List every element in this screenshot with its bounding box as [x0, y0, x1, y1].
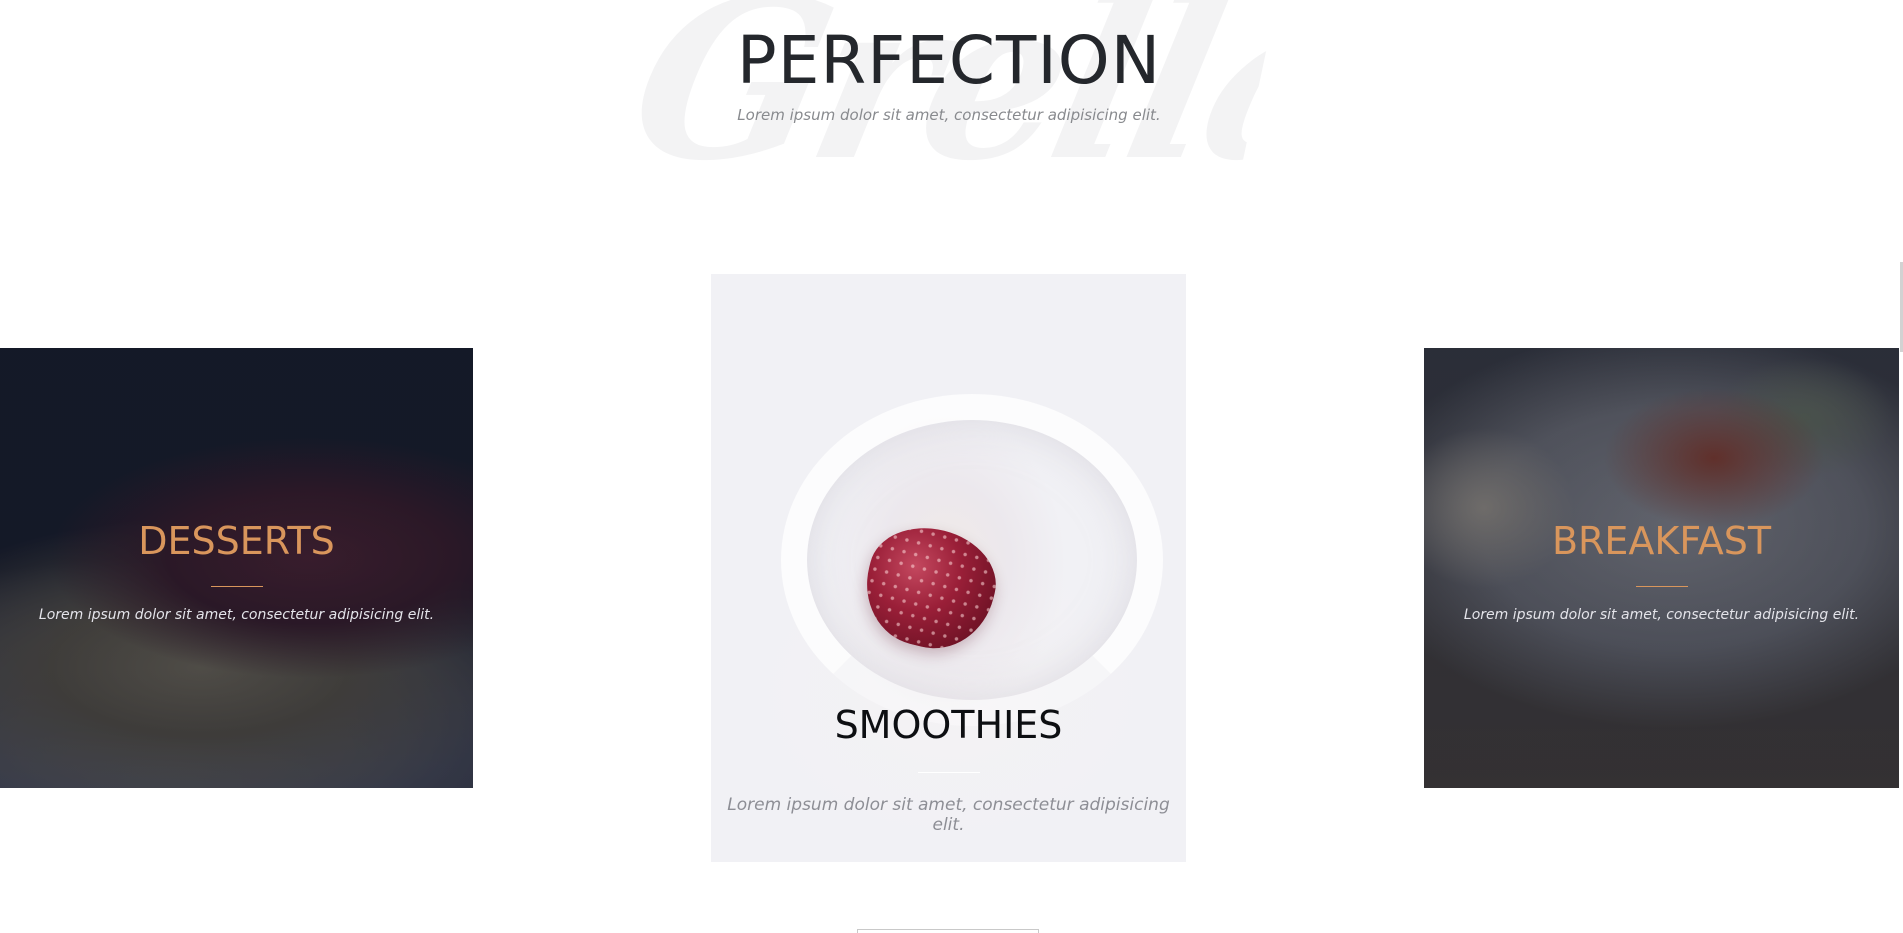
- desserts-card-text: Lorem ipsum dolor sit amet, consectetur …: [38, 607, 435, 623]
- smoothies-card-divider: [917, 772, 980, 773]
- desserts-card-content: DESSERTS Lorem ipsum dolor sit amet, con…: [0, 518, 473, 623]
- section-subtitle: Lorem ipsum dolor sit amet, consectetur …: [737, 106, 1161, 124]
- desserts-card-title: DESSERTS: [138, 519, 335, 563]
- smoothies-card-title: SMOOTHIES: [834, 703, 1063, 747]
- breakfast-card[interactable]: BREAKFAST Lorem ipsum dolor sit amet, co…: [1424, 348, 1899, 788]
- breakfast-card-text: Lorem ipsum dolor sit amet, consectetur …: [1463, 607, 1860, 623]
- menu-section: Grella PERFECTION Lorem ipsum dolor sit …: [0, 0, 1903, 933]
- breakfast-card-content: BREAKFAST Lorem ipsum dolor sit amet, co…: [1424, 518, 1899, 623]
- breakfast-card-divider: [1635, 586, 1688, 587]
- desserts-card[interactable]: DESSERTS Lorem ipsum dolor sit amet, con…: [0, 348, 473, 788]
- smoothies-card-text: Lorem ipsum dolor sit amet, consectetur …: [727, 795, 1170, 835]
- section-title: PERFECTION: [736, 22, 1162, 99]
- smoothies-card[interactable]: SMOOTHIES Lorem ipsum dolor sit amet, co…: [711, 274, 1186, 862]
- view-more-button[interactable]: [857, 929, 1039, 933]
- desserts-card-divider: [210, 586, 263, 587]
- breakfast-card-title: BREAKFAST: [1551, 519, 1772, 563]
- smoothies-card-content: SMOOTHIES Lorem ipsum dolor sit amet, co…: [711, 702, 1186, 835]
